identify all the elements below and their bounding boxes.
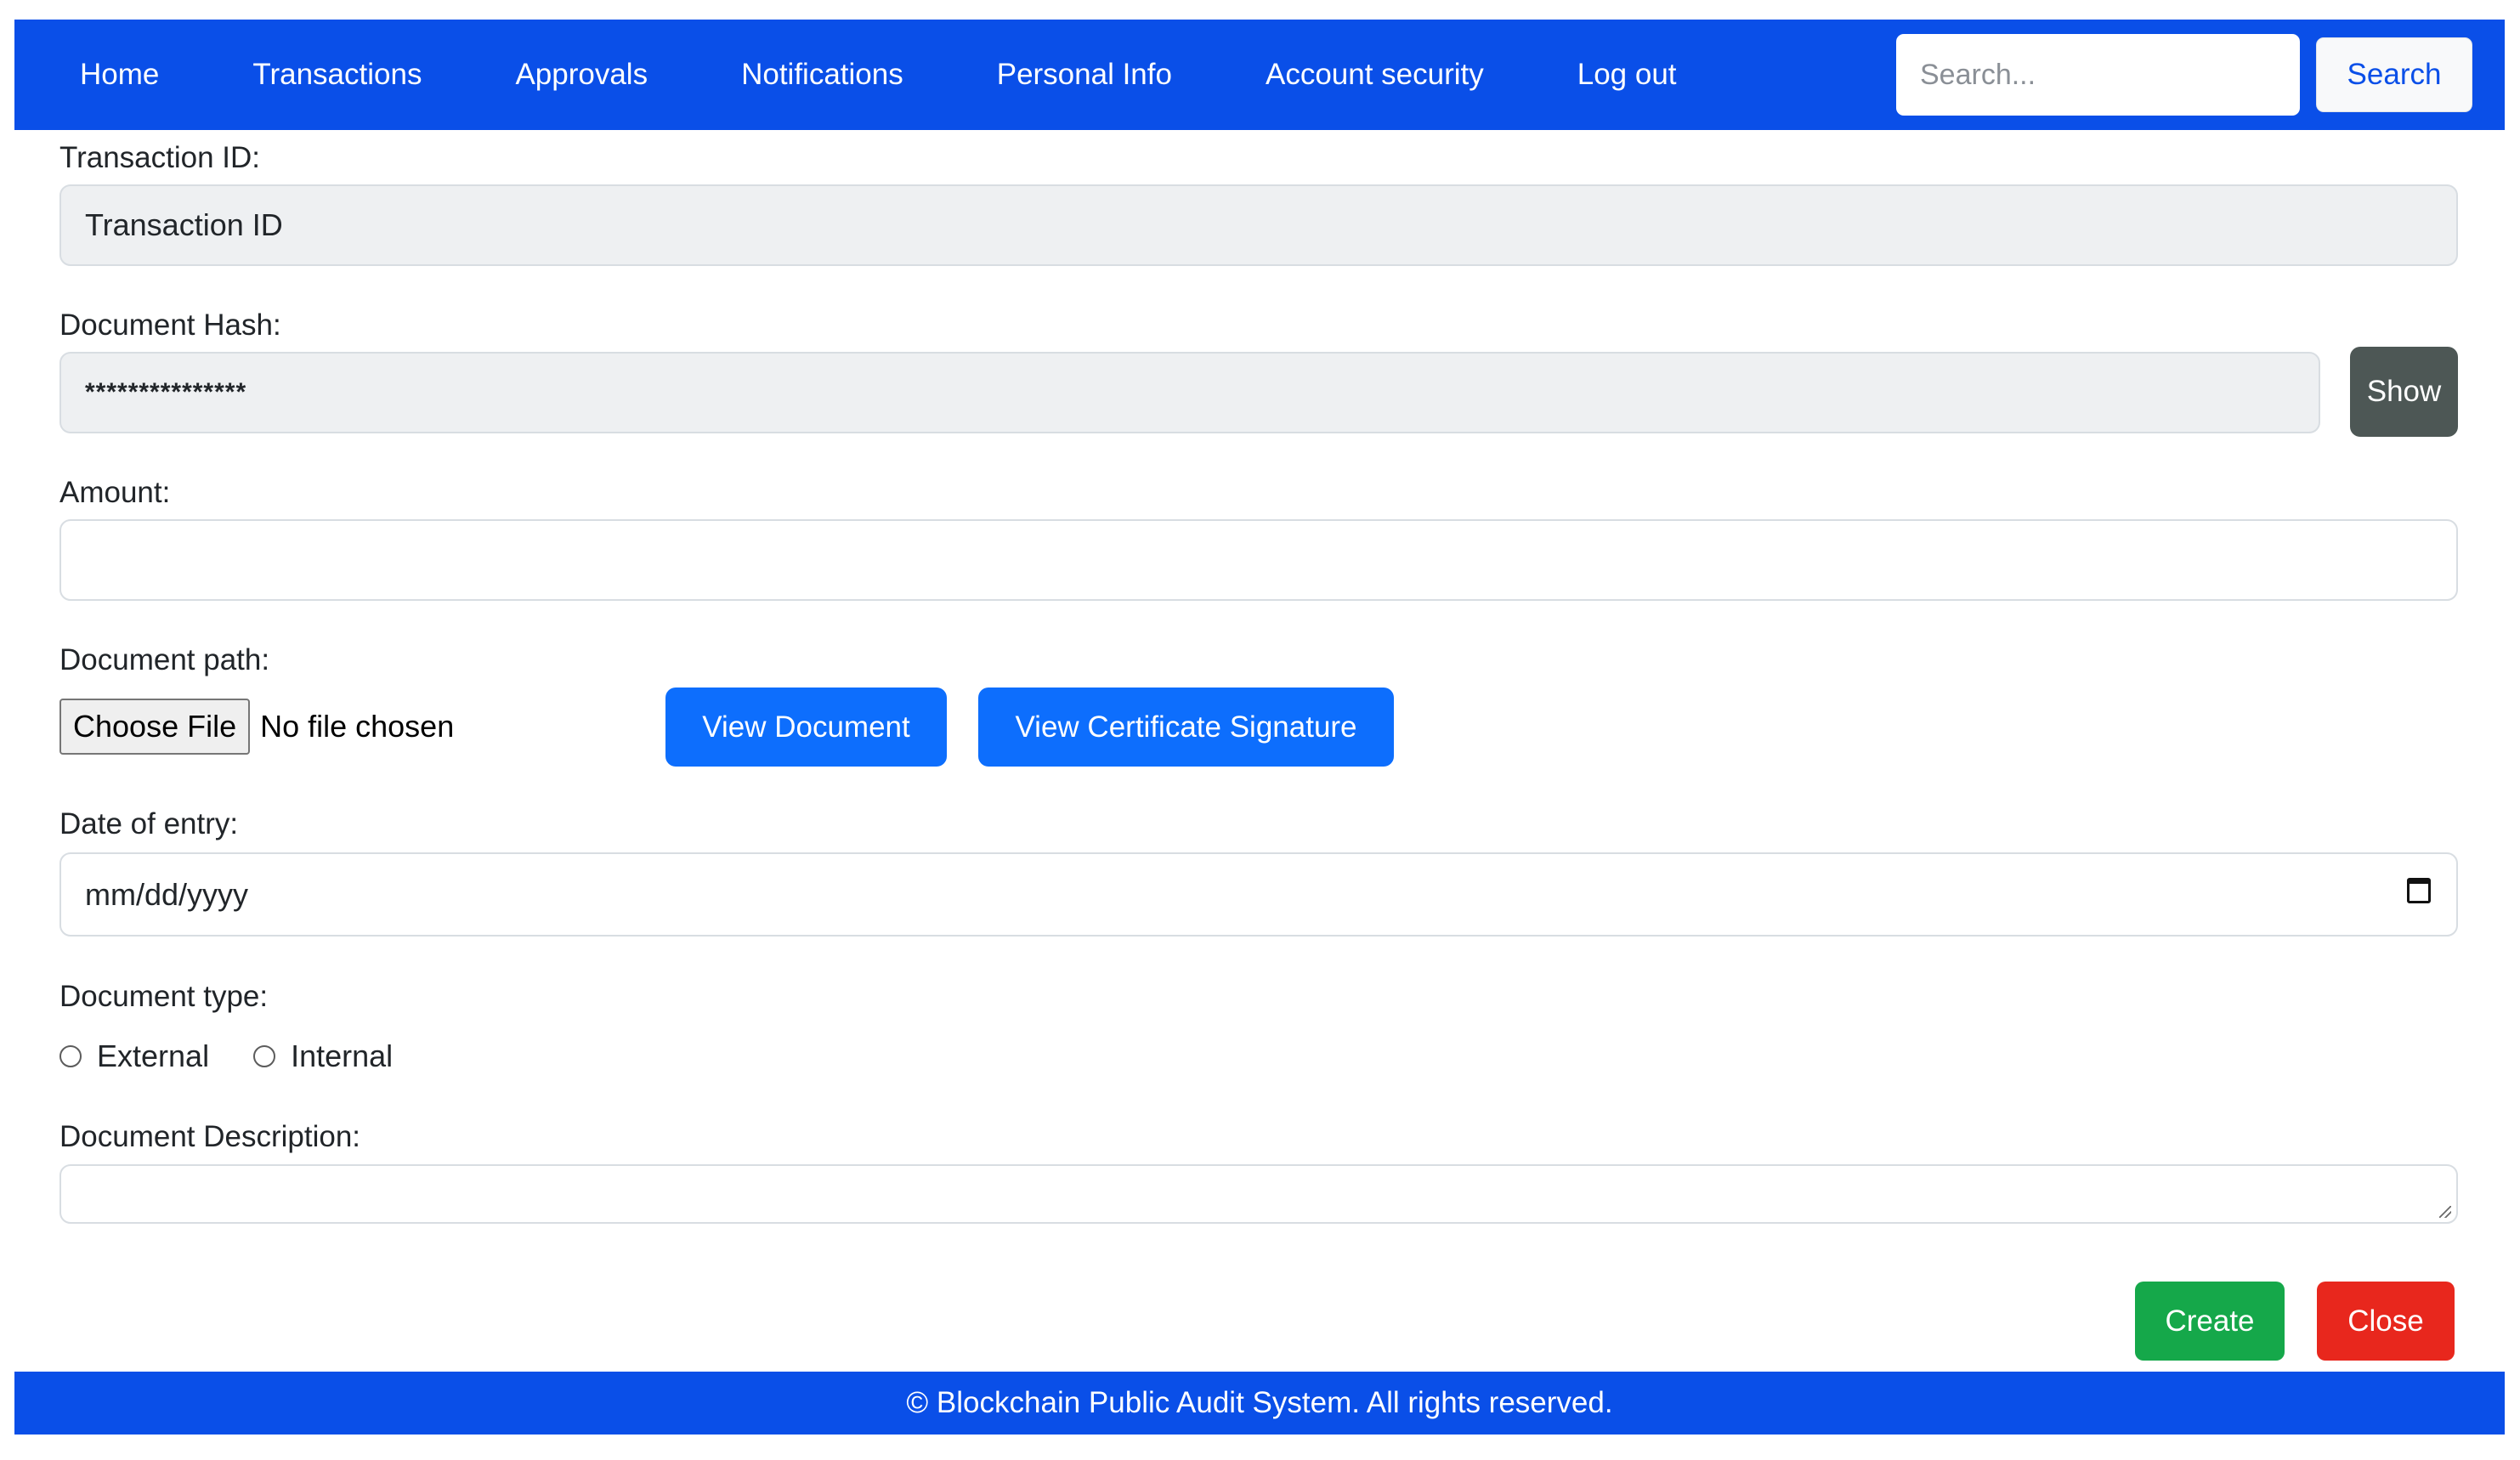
date-of-entry-label: Date of entry: [59, 807, 239, 840]
choose-file-button[interactable]: Choose File [59, 699, 251, 755]
top-navbar: Home Transactions Approvals Notification… [14, 20, 2505, 130]
nav-menu: Home Transactions Approvals Notification… [33, 20, 1724, 130]
document-hash-label: Document Hash: [59, 308, 281, 342]
radio-external-label: External [97, 1038, 210, 1073]
footer-copyright: © Blockchain Public Audit System. All ri… [906, 1386, 1613, 1419]
document-description-label: Document Description: [59, 1120, 361, 1153]
transaction-id-value: Transaction ID [85, 207, 283, 242]
resize-handle-icon[interactable] [2439, 1206, 2451, 1218]
radio-internal-label: Internal [291, 1038, 394, 1073]
nav-link-transactions[interactable]: Transactions [206, 20, 468, 130]
file-input: Choose File No file chosen [59, 699, 454, 755]
radio-internal-circle[interactable] [253, 1045, 276, 1067]
date-placeholder: mm/dd/yyyy [85, 876, 249, 912]
page: Home Transactions Approvals Notification… [0, 0, 2520, 1460]
no-file-chosen-text: No file chosen [260, 709, 455, 744]
date-of-entry-field[interactable]: mm/dd/yyyy [59, 852, 2458, 937]
close-button[interactable]: Close [2317, 1282, 2455, 1361]
radio-external[interactable]: External [59, 1038, 209, 1074]
nav-link-home[interactable]: Home [33, 20, 206, 130]
nav-link-personal-info[interactable]: Personal Info [950, 20, 1219, 130]
transaction-id-field[interactable]: Transaction ID [59, 184, 2458, 266]
nav-link-approvals[interactable]: Approvals [468, 20, 694, 130]
document-type-label: Document type: [59, 980, 269, 1013]
view-document-button[interactable]: View Document [665, 688, 947, 767]
radio-external-circle[interactable] [59, 1045, 82, 1067]
amount-label: Amount: [59, 476, 171, 509]
document-hash-value: *************** [85, 378, 247, 406]
document-description-textarea[interactable] [59, 1164, 2458, 1224]
footer: © Blockchain Public Audit System. All ri… [14, 1372, 2505, 1435]
nav-link-log-out[interactable]: Log out [1531, 20, 1724, 130]
show-hash-button[interactable]: Show [2350, 347, 2458, 437]
document-type-radio-group: External Internal [59, 1038, 437, 1075]
search-input[interactable] [1896, 34, 2300, 116]
nav-link-account-security[interactable]: Account security [1219, 20, 1531, 130]
search-form: Search [1896, 34, 2472, 116]
calendar-icon[interactable] [2407, 878, 2431, 903]
radio-internal[interactable]: Internal [253, 1038, 393, 1074]
document-hash-field[interactable]: *************** [59, 352, 2320, 433]
transaction-id-label: Transaction ID: [59, 141, 261, 174]
search-button[interactable]: Search [2316, 37, 2472, 112]
document-path-label: Document path: [59, 643, 270, 676]
create-button[interactable]: Create [2135, 1282, 2285, 1361]
amount-field[interactable] [59, 519, 2458, 601]
nav-link-notifications[interactable]: Notifications [694, 20, 950, 130]
view-certificate-signature-button[interactable]: View Certificate Signature [978, 688, 1394, 767]
